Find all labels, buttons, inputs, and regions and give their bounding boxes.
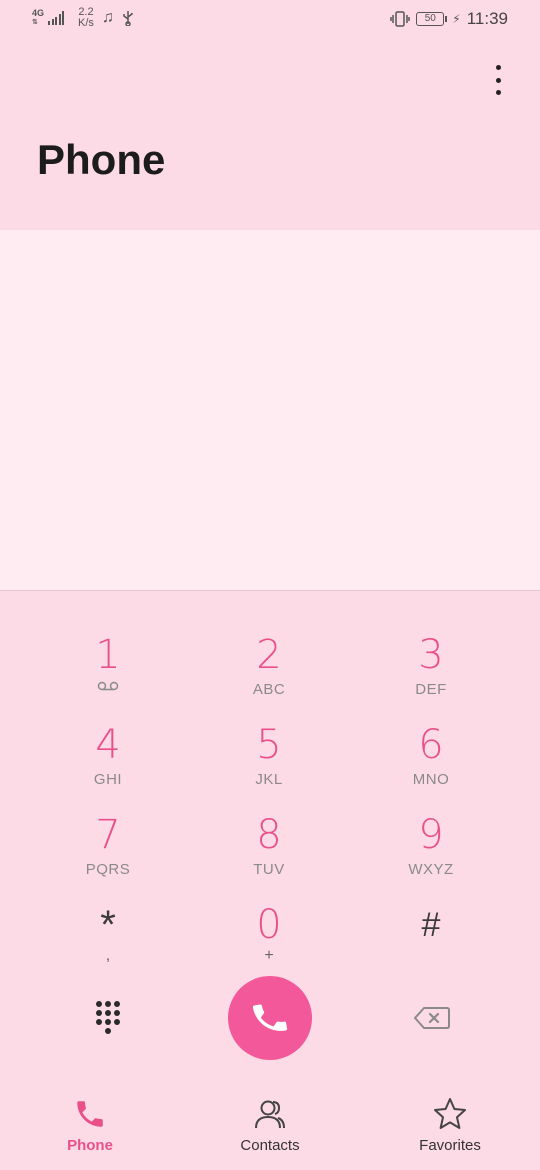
phone-call-icon bbox=[252, 1004, 288, 1031]
key-symbol: # bbox=[421, 906, 441, 944]
key-letters: WXYZ bbox=[408, 861, 454, 878]
key-digit: 9 bbox=[418, 812, 444, 858]
backspace-icon[interactable] bbox=[414, 1006, 450, 1030]
network-speed: 2.2 K/s bbox=[78, 7, 94, 29]
key-5[interactable]: 5 JKL bbox=[204, 723, 334, 803]
key-digit: 7 bbox=[95, 812, 121, 858]
key-letters: ABC bbox=[252, 681, 286, 698]
data-arrows-icon: ⇅ bbox=[32, 19, 38, 26]
key-letters: DEF bbox=[415, 681, 447, 698]
key-3[interactable]: 3 DEF bbox=[366, 633, 496, 713]
dialpad: 1 2 ABC 3 DEF 4 GHI 5 JKL 6 MNO 7 PQRS 8… bbox=[0, 591, 540, 1081]
nav-label-contacts: Contacts bbox=[240, 1137, 300, 1154]
key-2[interactable]: 2 ABC bbox=[204, 633, 334, 713]
page-title: Phone bbox=[37, 136, 166, 183]
key-0[interactable]: 0 + bbox=[204, 903, 334, 983]
key-digit: 2 bbox=[256, 632, 282, 678]
key-letters: , bbox=[105, 947, 111, 964]
status-time: 11:39 bbox=[466, 9, 508, 28]
network-speed-unit: K/s bbox=[78, 17, 94, 29]
network-type: 4G ⇅ bbox=[32, 9, 44, 27]
key-4[interactable]: 4 GHI bbox=[43, 723, 173, 803]
key-letters: TUV bbox=[253, 861, 285, 878]
more-vertical-icon[interactable] bbox=[486, 62, 510, 98]
number-display-area bbox=[0, 230, 540, 591]
key-1[interactable]: 1 bbox=[43, 633, 173, 713]
status-bar: 4G ⇅ 2.2 K/s ♫ 50 ⚡ 11:39 bbox=[0, 0, 540, 38]
battery-level: 50 bbox=[424, 13, 436, 24]
key-letters: JKL bbox=[255, 771, 283, 788]
star-icon bbox=[434, 1098, 466, 1129]
key-letters: + bbox=[264, 947, 274, 964]
usb-icon bbox=[123, 11, 133, 26]
signal-icon bbox=[48, 11, 65, 25]
app-header: Phone bbox=[0, 38, 540, 230]
nav-label-phone: Phone bbox=[67, 1137, 113, 1154]
key-9[interactable]: 9 WXYZ bbox=[366, 813, 496, 893]
music-note-icon: ♫ bbox=[101, 9, 114, 26]
phone-icon bbox=[77, 1101, 103, 1127]
key-letters: PQRS bbox=[85, 861, 131, 878]
key-digit: 5 bbox=[256, 722, 282, 768]
network-type-label: 4G bbox=[32, 8, 45, 18]
bottom-nav: Phone Contacts Favorites bbox=[0, 1081, 540, 1170]
key-star[interactable]: * , bbox=[43, 903, 173, 983]
charging-icon: ⚡ bbox=[452, 12, 461, 26]
key-digit: 3 bbox=[418, 632, 444, 678]
battery-icon: 50 bbox=[416, 12, 448, 26]
key-digit: 4 bbox=[95, 722, 121, 768]
nav-item-contacts[interactable]: Contacts bbox=[200, 1097, 340, 1154]
key-digit: 0 bbox=[256, 902, 282, 948]
key-6[interactable]: 6 MNO bbox=[366, 723, 496, 803]
contacts-icon bbox=[255, 1100, 285, 1129]
nav-item-phone[interactable]: Phone bbox=[20, 1097, 160, 1154]
key-digit: 8 bbox=[256, 812, 282, 858]
dialpad-toggle-icon[interactable] bbox=[94, 1001, 122, 1034]
key-8[interactable]: 8 TUV bbox=[204, 813, 334, 893]
status-left-group: 4G ⇅ 2.2 K/s ♫ bbox=[32, 7, 134, 29]
key-symbol: * bbox=[100, 903, 116, 947]
key-7[interactable]: 7 PQRS bbox=[43, 813, 173, 893]
nav-label-favorites: Favorites bbox=[419, 1137, 481, 1154]
vibrate-icon bbox=[390, 11, 411, 27]
key-hash[interactable]: # bbox=[366, 903, 496, 983]
nav-item-favorites[interactable]: Favorites bbox=[380, 1097, 520, 1154]
key-digit: 6 bbox=[418, 722, 444, 768]
key-letters: MNO bbox=[412, 771, 450, 788]
status-right-group: 50 ⚡ 11:39 bbox=[390, 9, 508, 29]
key-digit: 1 bbox=[95, 632, 121, 678]
call-button[interactable] bbox=[228, 976, 312, 1060]
key-letters: GHI bbox=[93, 771, 123, 788]
voicemail-icon bbox=[97, 681, 119, 691]
